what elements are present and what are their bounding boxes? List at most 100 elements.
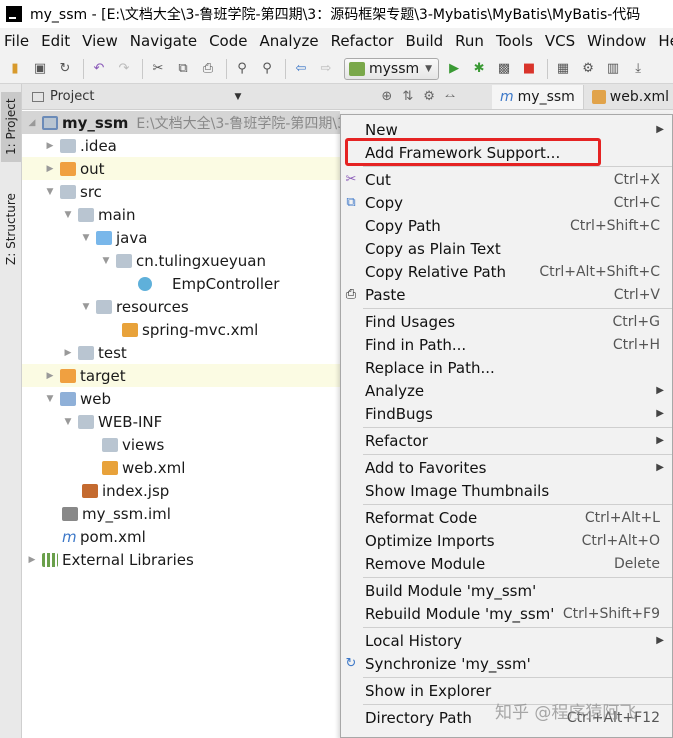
menu-item-copy[interactable]: ⧉ Copy Ctrl+C [341,191,672,214]
menu-item-add-to-favorites[interactable]: Add to Favorites ▶ [341,456,672,479]
collapsed-arrow-icon[interactable]: ▶ [62,348,74,358]
menu-item-build-module[interactable]: Build Module 'my_ssm' [341,579,672,602]
menu-item-optimize-imports[interactable]: Optimize Imports Ctrl+Alt+O [341,529,672,552]
menu-item-remove-module[interactable]: Remove Module Delete [341,552,672,575]
toolbar-separator [83,58,84,79]
project-structure-icon[interactable]: ▦ [552,58,574,80]
collapse-all-icon[interactable]: ⇅ [402,89,413,104]
tree-node-resources[interactable]: ▼ resources [22,295,340,318]
tree-node-web-xml[interactable]: web.xml [22,456,340,479]
tab-my-ssm[interactable]: m my_ssm [492,85,584,109]
menu-vcs[interactable]: VCS [545,32,581,50]
cut-icon[interactable]: ✂ [147,58,169,80]
tree-node-web[interactable]: ▼ web [22,387,340,410]
menu-edit[interactable]: Edit [41,32,76,50]
menu-item-show-image-thumbnails[interactable]: Show Image Thumbnails [341,479,672,502]
menu-file[interactable]: File [4,32,35,50]
expanded-arrow-icon[interactable]: ◢ [26,118,38,128]
find-icon[interactable]: ⚲ [231,58,253,80]
forward-icon[interactable]: ⇨ [315,58,337,80]
hide-icon[interactable]: ⥎ [445,89,455,104]
tree-node-external-libraries[interactable]: ▶ External Libraries [22,548,340,571]
tree-node-idea[interactable]: ▶ .idea [22,134,340,157]
menu-item-rebuild-module[interactable]: Rebuild Module 'my_ssm' Ctrl+Shift+F9 [341,602,672,625]
structure-tool-tab[interactable]: Z: Structure [1,184,21,274]
menu-item-copy-plain-text[interactable]: Copy as Plain Text [341,237,672,260]
collapsed-arrow-icon[interactable]: ▶ [44,371,56,381]
expanded-arrow-icon[interactable]: ▼ [62,210,74,220]
menu-item-find-in-path[interactable]: Find in Path... Ctrl+H [341,333,672,356]
tree-node-target[interactable]: ▶ target [22,364,340,387]
tree-node-views[interactable]: views [22,433,340,456]
expanded-arrow-icon[interactable]: ▼ [44,394,56,404]
menu-item-replace-in-path[interactable]: Replace in Path... [341,356,672,379]
tree-node-spring-mvc-xml[interactable]: spring-mvc.xml [22,318,340,341]
menu-item-refactor[interactable]: Refactor ▶ [341,429,672,452]
coverage-icon[interactable]: ▩ [493,58,515,80]
paste-icon[interactable]: ⎙ [197,58,219,80]
menu-item-cut[interactable]: ✂ Cut Ctrl+X [341,168,672,191]
menu-view[interactable]: View [82,32,124,50]
tree-node-src[interactable]: ▼ src [22,180,340,203]
tree-node-pom-xml[interactable]: m pom.xml [22,525,340,548]
download-icon[interactable]: ⤓ [627,58,649,80]
menu-separator [363,627,672,628]
menu-build[interactable]: Build [406,32,450,50]
tab-web-xml[interactable]: web.xml [584,85,673,109]
expanded-arrow-icon[interactable]: ▼ [80,302,92,312]
copy-icon[interactable]: ⧉ [172,58,194,80]
tree-node-web-inf[interactable]: ▼ WEB-INF [22,410,340,433]
menu-tools[interactable]: Tools [496,32,539,50]
back-icon[interactable]: ⇦ [290,58,312,80]
sdk-icon[interactable]: ▥ [602,58,624,80]
undo-icon[interactable]: ↶ [88,58,110,80]
settings-icon[interactable]: ⚙ [577,58,599,80]
tree-node-package[interactable]: ▼ cn.tulingxueyuan [22,249,340,272]
redo-icon[interactable]: ↷ [113,58,135,80]
menu-analyze[interactable]: Analyze [259,32,324,50]
stop-icon[interactable]: ■ [518,58,540,80]
expanded-arrow-icon[interactable]: ▼ [62,417,74,427]
tree-node-java[interactable]: ▼ java [22,226,340,249]
menu-code[interactable]: Code [209,32,253,50]
sync-icon[interactable]: ↻ [54,58,76,80]
run-icon[interactable]: ▶ [443,58,465,80]
chevron-down-icon[interactable]: ▼ [234,92,241,102]
project-tool-tab[interactable]: 1: Project [1,92,21,162]
menu-item-copy-relative-path[interactable]: Copy Relative Path Ctrl+Alt+Shift+C [341,260,672,283]
menu-item-paste[interactable]: ⎙ Paste Ctrl+V [341,283,672,306]
expanded-arrow-icon[interactable]: ▼ [80,233,92,243]
menu-window[interactable]: Window [587,32,652,50]
collapsed-arrow-icon[interactable]: ▶ [26,555,38,565]
menu-item-findbugs[interactable]: FindBugs ▶ [341,402,672,425]
tree-node-my-ssm[interactable]: ◢ my_ssm E:\文档大全\3-鲁班学院-第四期\3 [22,111,340,134]
menu-item-analyze[interactable]: Analyze ▶ [341,379,672,402]
replace-icon[interactable]: ⚲ [256,58,278,80]
tree-node-index-jsp[interactable]: index.jsp [22,479,340,502]
menu-run[interactable]: Run [455,32,490,50]
collapsed-arrow-icon[interactable]: ▶ [44,164,56,174]
project-panel-title[interactable]: Project [50,89,94,104]
menu-item-synchronize[interactable]: ↻ Synchronize 'my_ssm' [341,652,672,675]
open-folder-icon[interactable]: ▮ [4,58,26,80]
menu-help[interactable]: Help [658,32,673,50]
menu-navigate[interactable]: Navigate [130,32,203,50]
menu-item-copy-path[interactable]: Copy Path Ctrl+Shift+C [341,214,672,237]
save-icon[interactable]: ▣ [29,58,51,80]
tree-node-main[interactable]: ▼ main [22,203,340,226]
tree-node-out[interactable]: ▶ out [22,157,340,180]
expanded-arrow-icon[interactable]: ▼ [44,187,56,197]
run-configuration-select[interactable]: myssm ▼ [344,57,440,80]
menu-refactor[interactable]: Refactor [331,32,400,50]
menu-item-local-history[interactable]: Local History ▶ [341,629,672,652]
tree-node-my-ssm-iml[interactable]: my_ssm.iml [22,502,340,525]
menu-item-find-usages[interactable]: Find Usages Ctrl+G [341,310,672,333]
tree-node-test[interactable]: ▶ test [22,341,340,364]
scroll-from-source-icon[interactable]: ⊕ [381,89,392,104]
tree-node-empcontroller[interactable]: EmpController [22,272,340,295]
menu-item-reformat-code[interactable]: Reformat Code Ctrl+Alt+L [341,506,672,529]
expanded-arrow-icon[interactable]: ▼ [100,256,112,266]
debug-icon[interactable]: ✱ [468,58,490,80]
gear-icon[interactable]: ⚙ [423,89,435,104]
collapsed-arrow-icon[interactable]: ▶ [44,141,56,151]
